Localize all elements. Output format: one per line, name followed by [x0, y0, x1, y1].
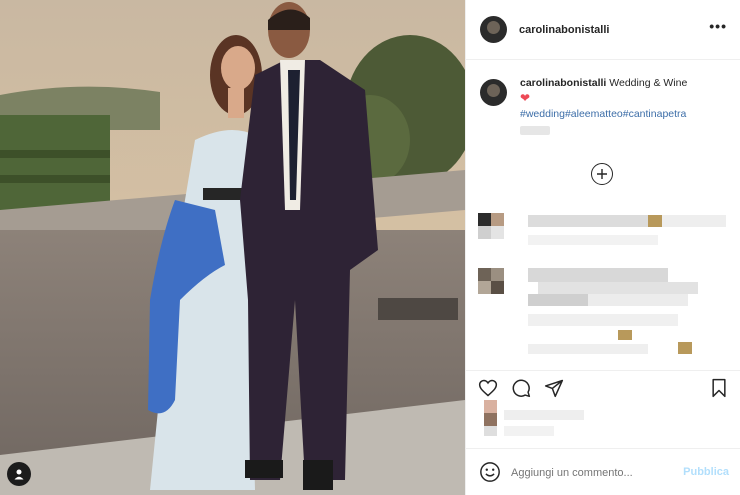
hashtag-link[interactable]: #wedding	[520, 108, 565, 120]
comment-icon	[512, 379, 531, 398]
load-more-comments-button[interactable]	[591, 163, 613, 185]
hashtag-link[interactable]: #cantinapetra	[623, 108, 687, 120]
paper-plane-icon	[544, 379, 564, 398]
comment-input[interactable]	[511, 464, 676, 482]
action-bar	[466, 370, 740, 400]
caption-avatar[interactable]	[480, 79, 507, 106]
caption-text: Wedding & Wine	[609, 77, 688, 89]
post-sidebar: carolinabonistalli ••• carolinabonistall…	[465, 0, 740, 495]
author-avatar[interactable]	[480, 16, 507, 43]
comment-bar: Pubblica	[466, 448, 740, 495]
like-button[interactable]	[477, 377, 499, 399]
save-button[interactable]	[708, 377, 730, 399]
plus-circle-icon	[597, 169, 607, 179]
heart-icon	[478, 379, 498, 397]
post-image	[0, 0, 465, 495]
blurred-timestamp	[520, 126, 550, 135]
author-username[interactable]: carolinabonistalli	[519, 24, 609, 36]
share-button[interactable]	[543, 377, 565, 399]
caption-username[interactable]: carolinabonistalli	[520, 77, 606, 89]
post-photo[interactable]	[0, 0, 465, 495]
post-header: carolinabonistalli •••	[466, 0, 740, 60]
tag-user-button[interactable]	[7, 462, 31, 486]
heart-emoji: ❤	[520, 91, 531, 105]
hashtag-list: #wedding#aleematteo#cantinapetra	[520, 108, 686, 120]
post-caption: carolinabonistalli Wedding & Wine ❤ #wed…	[480, 76, 730, 140]
hashtag-link[interactable]: #aleematteo	[565, 108, 623, 120]
emoji-icon[interactable]	[479, 461, 501, 483]
user-tag-icon	[14, 469, 24, 480]
comment-button[interactable]	[510, 377, 532, 399]
more-options-icon[interactable]: •••	[709, 18, 727, 34]
bookmark-icon	[712, 378, 726, 398]
publish-button[interactable]: Pubblica	[683, 466, 729, 478]
